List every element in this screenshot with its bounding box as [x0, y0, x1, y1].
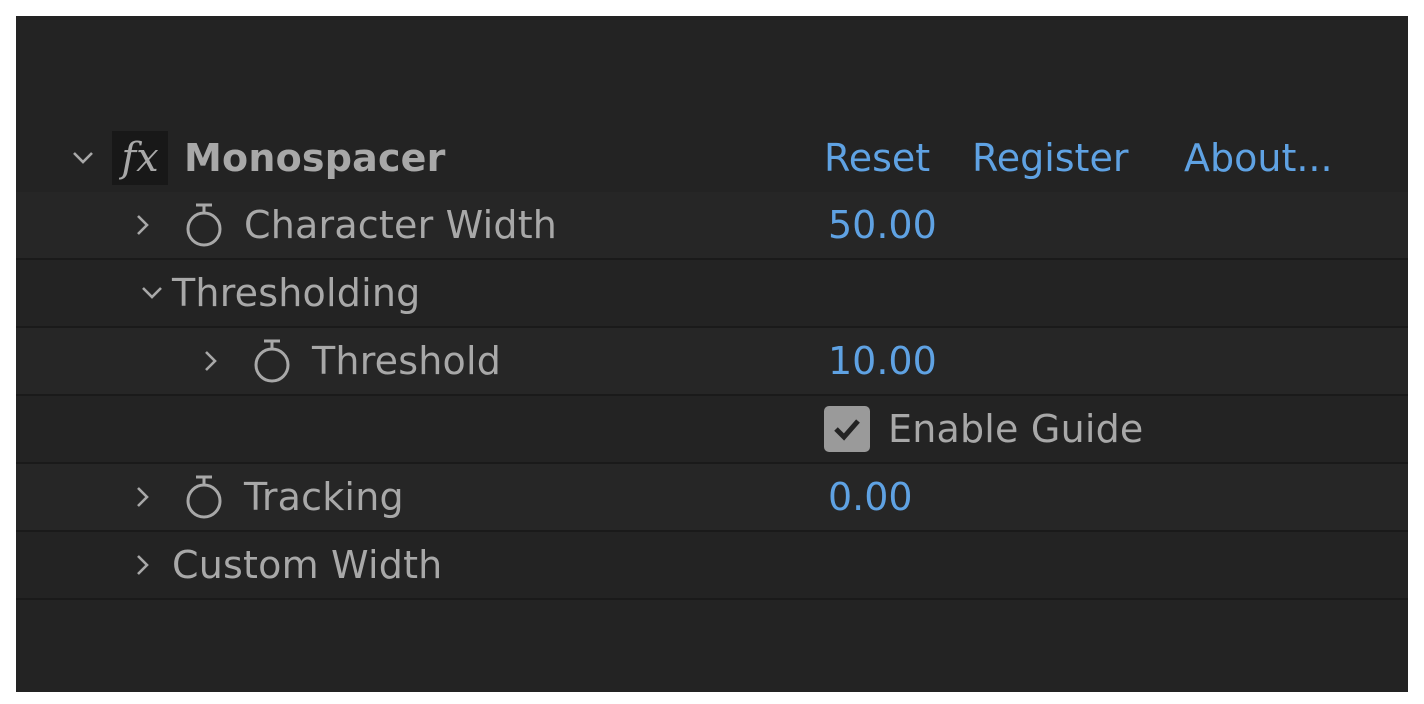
character-width-value[interactable]: 50.00: [828, 203, 937, 247]
property-label: Threshold: [312, 339, 502, 383]
property-row-enable-guide: Enable Guide: [16, 396, 1408, 464]
effect-controls-panel: fx Monospacer Reset Register About... Ch…: [16, 16, 1408, 692]
effect-header-row: fx Monospacer Reset Register About...: [16, 124, 1408, 192]
chevron-right-icon[interactable]: [198, 328, 224, 394]
property-row-tracking: Tracking 0.00: [16, 464, 1408, 532]
threshold-value[interactable]: 10.00: [828, 339, 937, 383]
chevron-right-icon[interactable]: [130, 192, 156, 258]
chevron-down-icon[interactable]: [134, 260, 170, 326]
property-row-character-width: Character Width 50.00: [16, 192, 1408, 260]
property-label: Character Width: [244, 203, 558, 247]
enable-guide-checkbox[interactable]: [824, 406, 870, 452]
reset-button[interactable]: Reset: [824, 136, 930, 180]
stopwatch-icon[interactable]: [180, 464, 228, 530]
effect-name: Monospacer: [184, 136, 446, 180]
stopwatch-icon[interactable]: [248, 328, 296, 394]
stopwatch-icon[interactable]: [180, 192, 228, 258]
group-row-custom-width: Custom Width: [16, 532, 1408, 600]
group-label: Custom Width: [172, 543, 443, 587]
group-label: Thresholding: [172, 271, 421, 315]
chevron-right-icon[interactable]: [130, 464, 156, 530]
group-row-thresholding: Thresholding: [16, 260, 1408, 328]
property-label: Tracking: [244, 475, 404, 519]
about-button[interactable]: About...: [1184, 136, 1333, 180]
chevron-right-icon[interactable]: [130, 532, 156, 598]
chevron-down-icon[interactable]: [66, 124, 100, 192]
property-row-threshold: Threshold 10.00: [16, 328, 1408, 396]
tracking-value[interactable]: 0.00: [828, 475, 913, 519]
enable-guide-label: Enable Guide: [888, 407, 1144, 451]
fx-toggle-icon[interactable]: fx: [112, 131, 168, 185]
register-button[interactable]: Register: [972, 136, 1128, 180]
